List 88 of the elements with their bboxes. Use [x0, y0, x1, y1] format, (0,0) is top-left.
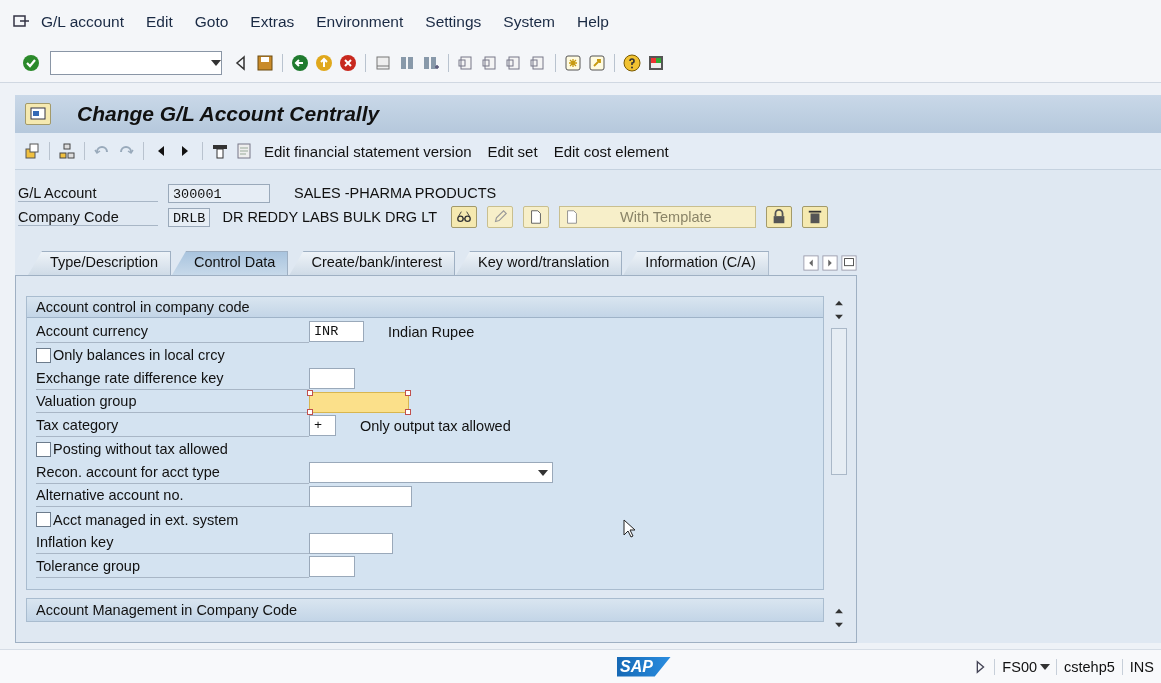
switch-icon[interactable] — [23, 142, 41, 160]
field-label: G/L Account — [18, 184, 158, 202]
menu-item[interactable]: System — [492, 13, 566, 31]
menu-item[interactable]: Environment — [305, 13, 415, 31]
lock-button[interactable] — [766, 206, 792, 228]
field-label: Exchange rate difference key — [36, 367, 309, 390]
input-field[interactable] — [309, 556, 355, 578]
new-session-icon[interactable] — [564, 54, 582, 72]
caret-icon[interactable] — [538, 469, 548, 476]
field-label: Account currency — [36, 320, 309, 343]
cancel-icon[interactable] — [339, 54, 357, 72]
mouse-cursor-icon — [623, 519, 636, 538]
field-label: Company Code — [18, 208, 158, 226]
page-icon[interactable] — [528, 209, 544, 225]
trash-icon[interactable] — [807, 209, 823, 225]
help-icon[interactable] — [623, 54, 641, 72]
scroll-left-icon[interactable] — [803, 254, 819, 271]
checkbox[interactable] — [36, 347, 51, 363]
checkbox[interactable] — [36, 441, 51, 457]
enter-icon[interactable] — [22, 54, 40, 72]
pencil-icon[interactable] — [492, 209, 508, 225]
scroll-right-icon[interactable] — [822, 254, 838, 271]
account-description: SALES -PHARMA PRODUCTS — [294, 185, 497, 201]
previous-page-icon[interactable] — [481, 54, 499, 72]
find-next-icon[interactable] — [422, 54, 440, 72]
lock-icon[interactable] — [771, 209, 787, 225]
menu-item[interactable]: Settings — [414, 13, 493, 31]
last-page-icon[interactable] — [529, 54, 547, 72]
server-name: cstehp5 — [1056, 658, 1122, 675]
checkbox-label: Acct managed in ext. system — [53, 511, 239, 528]
menu-item[interactable]: Goto — [183, 13, 240, 31]
input-field[interactable]: INR — [309, 321, 364, 343]
caret-icon[interactable] — [1040, 663, 1051, 670]
first-page-icon[interactable] — [457, 54, 475, 72]
field-label: Tax category — [36, 414, 309, 437]
checkbox-label: Posting without tax allowed — [53, 441, 228, 458]
glasses-icon[interactable] — [456, 209, 472, 225]
page-icon[interactable] — [564, 209, 580, 225]
scrollbar-thumb[interactable] — [831, 328, 847, 475]
field-label: Alternative account no. — [36, 485, 309, 508]
company-code-field[interactable]: DRLB — [168, 207, 211, 227]
find-icon[interactable] — [398, 54, 416, 72]
shortcut-icon[interactable] — [588, 54, 606, 72]
tab[interactable]: Information (C/A) — [623, 251, 769, 275]
field-description: Indian Rupee — [388, 323, 475, 340]
toolbar-button[interactable]: Edit financial statement version — [259, 142, 477, 160]
sap-logo: SAP — [617, 656, 671, 677]
menu-item[interactable]: Extras — [239, 13, 306, 31]
checkbox-label: Only balances in local crcy — [53, 347, 225, 364]
glasses-button[interactable] — [451, 206, 477, 228]
input-field[interactable] — [309, 391, 409, 413]
menu-item[interactable]: Help — [566, 13, 620, 31]
tab[interactable]: Control Data — [172, 251, 289, 275]
next-page-icon[interactable] — [505, 54, 523, 72]
tab[interactable]: Create/bank/interest — [289, 251, 455, 275]
back-icon[interactable] — [291, 54, 309, 72]
field-label: Recon. account for acct type — [36, 461, 309, 484]
gl-account-field[interactable]: 300001 — [168, 183, 270, 203]
printer-icon[interactable] — [211, 142, 229, 160]
toolbar-button[interactable]: Edit cost element — [548, 142, 674, 160]
toolbar-button[interactable]: Edit set — [482, 142, 543, 160]
dropdown-field[interactable] — [309, 462, 553, 484]
section-header: Account Management in Company Code — [26, 598, 824, 622]
checkbox[interactable] — [36, 512, 51, 528]
company-description: DR REDDY LABS BULK DRG LT — [222, 209, 437, 225]
layout-icon[interactable] — [647, 54, 665, 72]
command-field[interactable] — [50, 51, 222, 75]
menu-item[interactable]: G/L account — [30, 13, 135, 31]
delete-button[interactable] — [802, 206, 828, 228]
tab[interactable]: Type/Description — [28, 251, 171, 275]
insert-mode: INS — [1121, 658, 1161, 675]
input-field[interactable] — [309, 368, 355, 390]
screen-title: Change G/L Account Centrally — [77, 102, 380, 126]
section-header: Account control in company code — [27, 297, 823, 318]
hierarchy-icon[interactable] — [58, 142, 76, 160]
tab-list-icon[interactable] — [841, 254, 857, 271]
field-description: Only output tax allowed — [360, 417, 511, 434]
tab[interactable]: Key word/translation — [456, 251, 623, 275]
field-label: Tolerance group — [36, 555, 309, 578]
input-field[interactable] — [309, 485, 412, 507]
input-field[interactable]: + — [309, 415, 336, 437]
caret-icon[interactable] — [211, 60, 221, 66]
input-field[interactable] — [309, 532, 393, 554]
menu-item[interactable]: Edit — [135, 13, 184, 31]
create-button[interactable] — [523, 206, 549, 228]
print-icon[interactable] — [374, 54, 392, 72]
save-icon[interactable] — [256, 54, 274, 72]
field-label: Inflation key — [36, 532, 309, 555]
